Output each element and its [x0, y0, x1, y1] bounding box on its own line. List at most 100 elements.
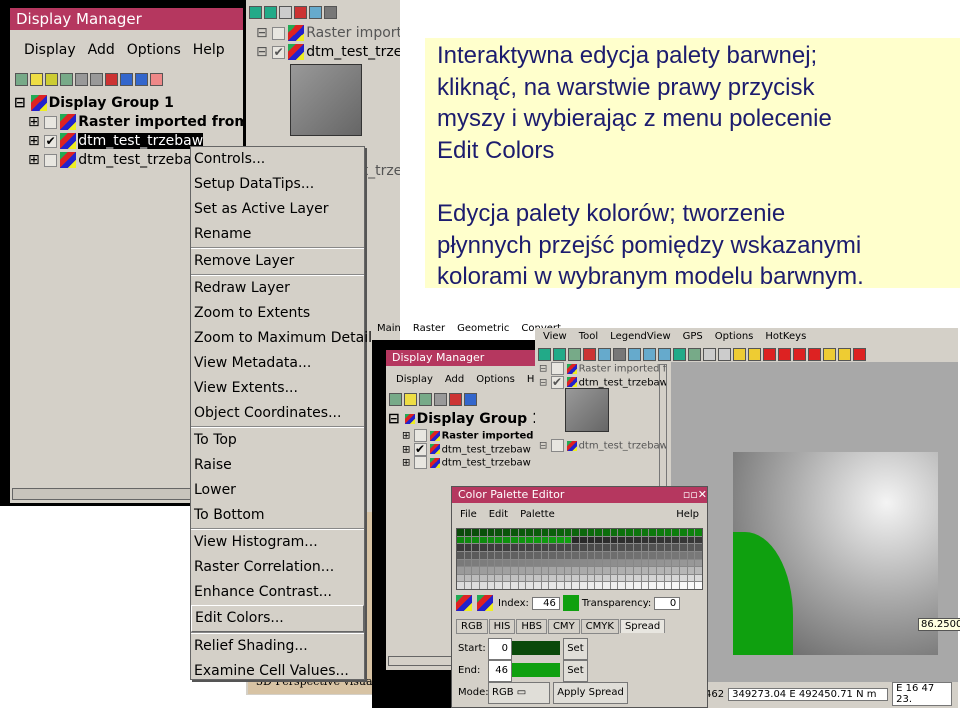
palette-swatch[interactable] — [480, 582, 487, 589]
visibility-checkbox[interactable] — [44, 153, 58, 167]
palette-swatch[interactable] — [633, 536, 641, 544]
palette-swatch[interactable] — [633, 551, 641, 559]
palette-swatch[interactable] — [664, 567, 672, 574]
palette-swatch[interactable] — [564, 536, 572, 544]
palette-swatch[interactable] — [610, 567, 618, 574]
palette-swatch[interactable] — [472, 551, 480, 559]
palette-swatch[interactable] — [457, 567, 464, 574]
palette-swatch[interactable] — [572, 574, 579, 582]
palette-swatch[interactable] — [533, 536, 541, 544]
palette-swatch[interactable] — [580, 551, 587, 559]
palette-swatch[interactable] — [464, 567, 472, 574]
palette-swatch[interactable] — [564, 582, 572, 589]
palette-swatch[interactable] — [641, 567, 649, 574]
palette-swatch[interactable] — [518, 582, 526, 589]
visibility-checkbox[interactable]: ✔ — [272, 45, 286, 59]
palette-swatch[interactable] — [626, 544, 633, 551]
palette-swatch[interactable] — [633, 574, 641, 582]
palette-swatch[interactable] — [495, 536, 503, 544]
tab-his[interactable]: HIS — [488, 619, 516, 634]
palette-swatch[interactable] — [603, 567, 610, 574]
palette-swatch[interactable] — [679, 582, 687, 589]
palette-swatch[interactable] — [664, 544, 672, 551]
menu-hotkeys[interactable]: HotKeys — [765, 331, 806, 342]
menu-item-object-coordinates[interactable]: Object Coordinates... — [191, 401, 364, 426]
palette-swatch[interactable] — [495, 582, 503, 589]
palette-swatch[interactable] — [549, 582, 556, 589]
palette-swatch[interactable] — [687, 529, 695, 536]
palette-swatch[interactable] — [487, 559, 495, 567]
palette-swatch[interactable] — [587, 551, 595, 559]
palette-swatch[interactable] — [610, 536, 618, 544]
palette-swatch[interactable] — [687, 582, 695, 589]
palette-swatch[interactable] — [603, 559, 610, 567]
menu-view[interactable]: View — [543, 331, 567, 342]
palette-swatch[interactable] — [649, 544, 656, 551]
palette-swatch[interactable] — [587, 544, 595, 551]
palette-swatch[interactable] — [587, 536, 595, 544]
end-input[interactable]: 46 — [488, 660, 512, 682]
palette-swatch[interactable] — [572, 529, 579, 536]
palette-swatch[interactable] — [541, 529, 549, 536]
palette-swatch[interactable] — [695, 582, 702, 589]
palette-swatch[interactable] — [695, 536, 702, 544]
palette-swatch[interactable] — [641, 582, 649, 589]
horizontal-scrollbar[interactable] — [388, 656, 458, 666]
palette-swatch[interactable] — [656, 559, 664, 567]
palette-swatch[interactable] — [572, 536, 579, 544]
palette-swatch[interactable] — [472, 567, 480, 574]
horizontal-scrollbar[interactable] — [12, 488, 192, 500]
palette-swatch[interactable] — [626, 559, 633, 567]
menu-item-edit-colors[interactable]: Edit Colors... — [191, 605, 364, 632]
menu-add[interactable]: Add — [445, 374, 464, 385]
palette-swatch[interactable] — [549, 551, 556, 559]
palette-swatch[interactable] — [641, 544, 649, 551]
palette-swatch[interactable] — [457, 529, 464, 536]
menu-item-raise[interactable]: Raise — [191, 453, 364, 478]
palette-swatch[interactable] — [472, 582, 480, 589]
expand-icon[interactable]: ⊞ — [28, 152, 44, 168]
palette-swatch[interactable] — [603, 544, 610, 551]
menu-geometric[interactable]: Geometric — [457, 323, 509, 334]
menu-item-remove-layer[interactable]: Remove Layer — [191, 249, 364, 274]
palette-swatch[interactable] — [664, 529, 672, 536]
menu-palette[interactable]: Palette — [520, 509, 555, 520]
palette-swatch[interactable] — [556, 544, 564, 551]
palette-swatch[interactable] — [556, 551, 564, 559]
palette-swatch[interactable] — [572, 551, 579, 559]
palette-swatch[interactable] — [695, 559, 702, 567]
start-set-button[interactable]: Set — [563, 638, 588, 660]
palette-swatch[interactable] — [487, 574, 495, 582]
palette-swatch[interactable] — [672, 559, 679, 567]
palette-swatch[interactable] — [556, 567, 564, 574]
palette-swatch[interactable] — [695, 574, 702, 582]
palette-swatch[interactable] — [526, 559, 533, 567]
palette-swatch[interactable] — [533, 529, 541, 536]
palette-swatch[interactable] — [587, 574, 595, 582]
visibility-checkbox[interactable] — [550, 439, 564, 452]
palette-swatch[interactable] — [618, 536, 626, 544]
index-input[interactable]: 46 — [531, 596, 560, 610]
palette-swatch[interactable] — [533, 574, 541, 582]
palette-swatch[interactable] — [664, 582, 672, 589]
palette-swatch[interactable] — [626, 582, 633, 589]
palette-swatch[interactable] — [480, 529, 487, 536]
tree-group[interactable]: ⊟ Display Group 1 — [14, 94, 243, 113]
palette-swatch[interactable] — [533, 567, 541, 574]
apply-spread-button[interactable]: Apply Spread — [553, 682, 628, 704]
palette-swatch[interactable] — [533, 544, 541, 551]
palette-swatch[interactable] — [656, 544, 664, 551]
palette-swatch[interactable] — [464, 536, 472, 544]
palette-swatch[interactable] — [633, 544, 641, 551]
palette-swatch[interactable] — [518, 559, 526, 567]
palette-swatch[interactable] — [656, 574, 664, 582]
palette-swatch[interactable] — [618, 544, 626, 551]
palette-swatch[interactable] — [503, 582, 510, 589]
palette-swatch[interactable] — [564, 559, 572, 567]
palette-swatch[interactable] — [510, 567, 518, 574]
palette-swatch[interactable] — [633, 559, 641, 567]
palette-swatch[interactable] — [533, 582, 541, 589]
palette-swatch[interactable] — [549, 529, 556, 536]
palette-swatch[interactable] — [495, 559, 503, 567]
palette-swatch[interactable] — [526, 567, 533, 574]
